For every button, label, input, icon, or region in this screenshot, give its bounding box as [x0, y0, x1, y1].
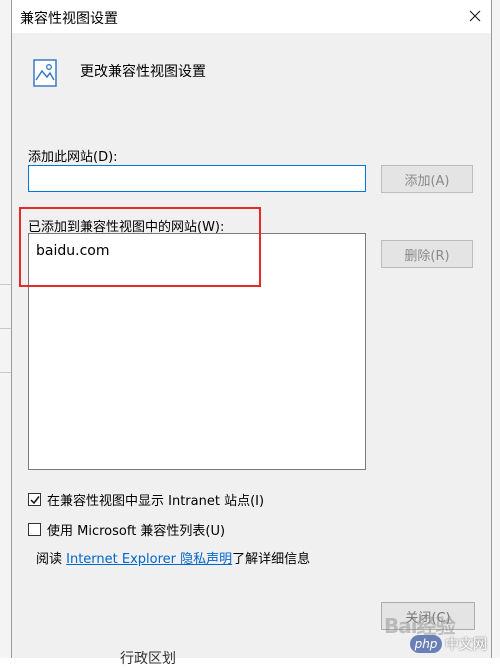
- picture-settings-icon: [33, 59, 57, 87]
- intranet-option[interactable]: 在兼容性视图中显示 Intranet 站点(I): [28, 490, 264, 509]
- add-site-input[interactable]: [28, 165, 366, 192]
- privacy-statement-row: 阅读 Internet Explorer 隐私声明了解详细信息: [36, 548, 310, 567]
- php-logo: php: [410, 635, 442, 653]
- remove-button[interactable]: 删除(R): [381, 240, 473, 268]
- window-title: 兼容性视图设置: [20, 11, 118, 27]
- microsoft-list-label: 使用 Microsoft 兼容性列表(U): [47, 524, 226, 539]
- php-watermark: php 中文网: [410, 634, 487, 654]
- background-text-fragment: 行政区划: [120, 651, 176, 667]
- add-button[interactable]: 添加(A): [381, 165, 473, 193]
- microsoft-list-option[interactable]: 使用 Microsoft 兼容性列表(U): [28, 520, 225, 539]
- php-site-text: 中文网: [445, 637, 487, 653]
- read-prefix: 阅读: [36, 552, 67, 567]
- site-list[interactable]: baidu.com: [28, 233, 366, 470]
- intranet-label: 在兼容性视图中显示 Intranet 站点(I): [47, 494, 265, 509]
- add-site-label: 添加此网站(D):: [28, 150, 118, 165]
- background-right-strip: [492, 0, 500, 658]
- close-icon: [469, 10, 481, 22]
- compat-view-dialog: 兼容性视图设置 更改兼容性视图设置 添加此网站(D): 添加(A) 已添加到兼容…: [11, 0, 492, 658]
- privacy-statement-link[interactable]: Internet Explorer 隐私声明: [66, 552, 232, 567]
- list-item[interactable]: baidu.com: [36, 243, 109, 259]
- close-window-button[interactable]: [460, 2, 490, 30]
- read-suffix: 了解详细信息: [232, 552, 311, 567]
- header-text: 更改兼容性视图设置: [80, 64, 206, 80]
- microsoft-list-checkbox[interactable]: [28, 523, 41, 536]
- intranet-checkbox[interactable]: [28, 493, 41, 506]
- checkmark-icon: [29, 495, 40, 504]
- title-bar: 兼容性视图设置: [12, 0, 491, 33]
